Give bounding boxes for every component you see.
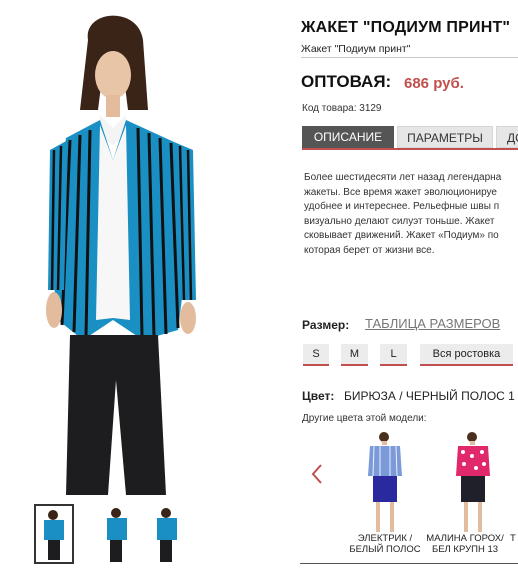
variant-jacket <box>456 446 490 476</box>
variant-name-line1: ЭЛЕКТРИК / <box>357 533 413 544</box>
price-value: 686 руб. <box>404 75 464 92</box>
variant-name-line1: МАЛИНА ГОРОХ/ <box>426 533 504 544</box>
color-variant-electric[interactable] <box>350 428 420 548</box>
bottom-divider <box>300 563 518 564</box>
variant-name-electric: ЭЛЕКТРИК / БЕЛЫЙ ПОЛОС <box>340 533 430 555</box>
variant-name-line2: БЕЛ КРУПН 13 <box>431 544 499 555</box>
description-line: удобнее и интереснее. Рельефные швы п <box>304 201 500 212</box>
thumbnail-back[interactable] <box>146 504 186 564</box>
size-label: Размер: <box>302 318 350 332</box>
thumbnail-side[interactable] <box>96 504 136 564</box>
thumbnail-front[interactable] <box>34 504 74 564</box>
info-tabs: ОПИСАНИЕ ПАРАМЕТРЫ ДО <box>302 126 518 150</box>
chevron-left-icon[interactable] <box>310 462 324 486</box>
thumbnail-strip <box>34 504 194 566</box>
variant-skirt <box>373 476 397 502</box>
price-label: ОПТОВАЯ: <box>301 72 392 91</box>
tabs-underline <box>302 148 518 150</box>
variant-name-partial: Т <box>510 533 516 544</box>
description-line: сковывает движений. Жакет «Подиум» по <box>304 230 499 241</box>
size-button-s[interactable]: S <box>303 344 329 366</box>
variant-name-line2: БЕЛЫЙ ПОЛОС <box>349 544 421 555</box>
product-title: ЖАКЕТ "ПОДИУМ ПРИНТ" <box>301 19 511 36</box>
tab-parameters[interactable]: ПАРАМЕТРЫ <box>397 126 493 148</box>
divider <box>301 57 518 58</box>
size-button-m[interactable]: M <box>341 344 368 366</box>
tab-description[interactable]: ОПИСАНИЕ <box>302 126 394 148</box>
color-label: Цвет: <box>302 389 335 403</box>
size-button-l[interactable]: L <box>380 344 407 366</box>
color-variant-raspberry[interactable] <box>438 428 508 548</box>
description-line: визуально делают силуэт тоньше. Жакет <box>304 215 495 227</box>
variant-skirt <box>461 476 485 502</box>
variant-name-raspberry: МАЛИНА ГОРОХ/ БЕЛ КРУПН 13 <box>420 533 510 555</box>
product-sku: Код товара: 3129 <box>302 103 382 114</box>
description-text: Более шестидесяти лет назад легендарна ж… <box>304 171 518 261</box>
description-line: которая берет от жизни все. <box>304 244 435 256</box>
size-chart-link[interactable]: ТАБЛИЦА РАЗМЕРОВ <box>365 316 500 331</box>
description-line: Более шестидесяти лет назад легендарна <box>304 172 502 183</box>
color-value: БИРЮЗА / ЧЕРНЫЙ ПОЛОС 1 <box>344 389 515 403</box>
tab-delivery[interactable]: ДО <box>496 126 518 148</box>
description-line: жакеты. Все время жакет эволюционируе <box>304 186 497 198</box>
product-photo <box>46 15 196 495</box>
size-button-all[interactable]: Вся ростовка <box>420 344 513 366</box>
product-subtitle: Жакет "Подиум принт" <box>301 43 411 55</box>
other-colors-label: Другие цвета этой модели: <box>302 413 427 424</box>
